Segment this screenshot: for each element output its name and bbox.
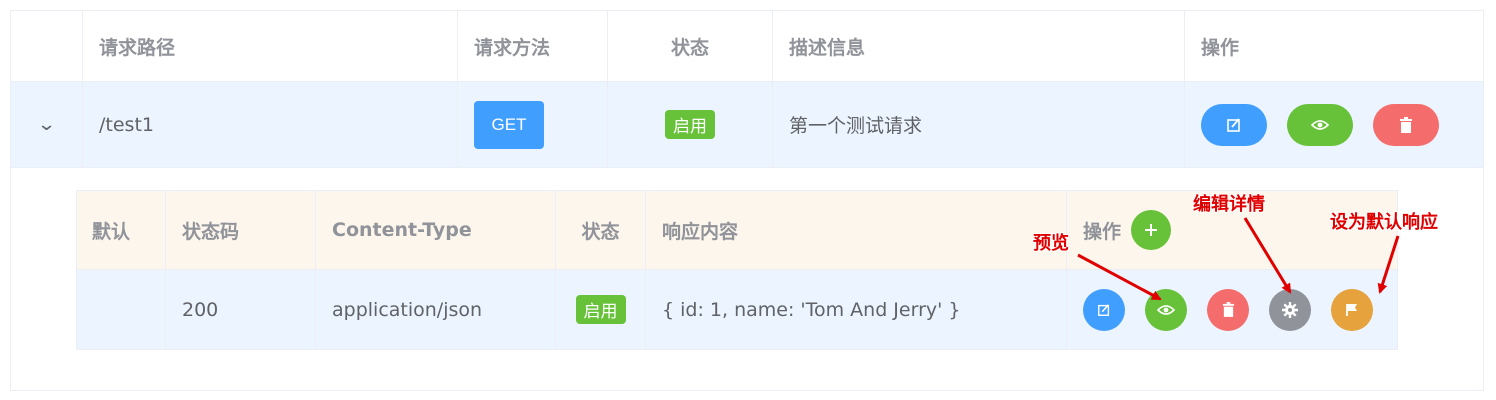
eye-icon <box>1157 304 1175 315</box>
status-badge: 启用 <box>575 295 626 324</box>
response-content: { id: 1, name: 'Tom And Jerry' } <box>646 270 1067 349</box>
view-button[interactable] <box>1287 103 1353 146</box>
header-method: 请求方法 <box>458 11 608 81</box>
edit-button[interactable] <box>1083 288 1125 331</box>
preview-button[interactable] <box>1145 288 1187 331</box>
header-description: 描述信息 <box>773 11 1185 81</box>
edit-icon <box>1098 303 1110 316</box>
header-response-status: 状态 <box>556 191 646 269</box>
flag-icon <box>1346 303 1357 316</box>
header-response-content: 响应内容 <box>646 191 1067 269</box>
header-path: 请求路径 <box>83 11 458 81</box>
response-status-code: 200 <box>166 270 316 349</box>
table-header: 请求路径 请求方法 状态 描述信息 操作 <box>11 11 1483 82</box>
header-actions-label: 操作 <box>1083 220 1122 243</box>
edit-details-button[interactable] <box>1269 288 1311 331</box>
status-badge: 启用 <box>665 110 715 139</box>
header-actions: 操作 <box>1201 36 1240 59</box>
annotation-set-default: 设为默认响应 <box>1330 212 1438 233</box>
request-path: /test1 <box>83 82 458 167</box>
add-response-button[interactable] <box>1131 210 1172 250</box>
gear-icon <box>1282 301 1298 318</box>
response-default <box>77 270 166 349</box>
row-actions <box>1185 82 1483 167</box>
set-default-button[interactable] <box>1331 288 1373 331</box>
expand-column-header <box>11 11 83 81</box>
response-row-actions <box>1067 270 1397 349</box>
header-status-code: 状态码 <box>166 191 316 269</box>
annotation-edit-details: 编辑详情 <box>1193 194 1265 215</box>
edit-button[interactable] <box>1201 103 1267 146</box>
delete-button[interactable] <box>1207 288 1249 331</box>
plus-icon <box>1145 224 1158 236</box>
chevron-down-icon: ⌄ <box>36 114 57 135</box>
header-default: 默认 <box>77 191 166 269</box>
method-badge[interactable]: GET <box>474 100 544 149</box>
table-row: ⌄ /test1 GET 启用 第一个测试请求 <box>11 82 1483 168</box>
annotation-preview: 预览 <box>1033 233 1069 254</box>
table-row: 200 application/json 启用 { id: 1, name: '… <box>77 270 1397 349</box>
header-content-type: Content-Type <box>316 191 556 269</box>
eye-icon <box>1311 119 1329 130</box>
request-description: 第一个测试请求 <box>773 82 1185 167</box>
response-content-type: application/json <box>316 270 556 349</box>
trash-icon <box>1222 302 1234 317</box>
trash-icon <box>1400 116 1412 133</box>
edit-icon <box>1227 117 1240 132</box>
header-status: 状态 <box>608 11 773 81</box>
delete-button[interactable] <box>1373 103 1439 146</box>
expand-toggle[interactable]: ⌄ <box>11 82 83 167</box>
